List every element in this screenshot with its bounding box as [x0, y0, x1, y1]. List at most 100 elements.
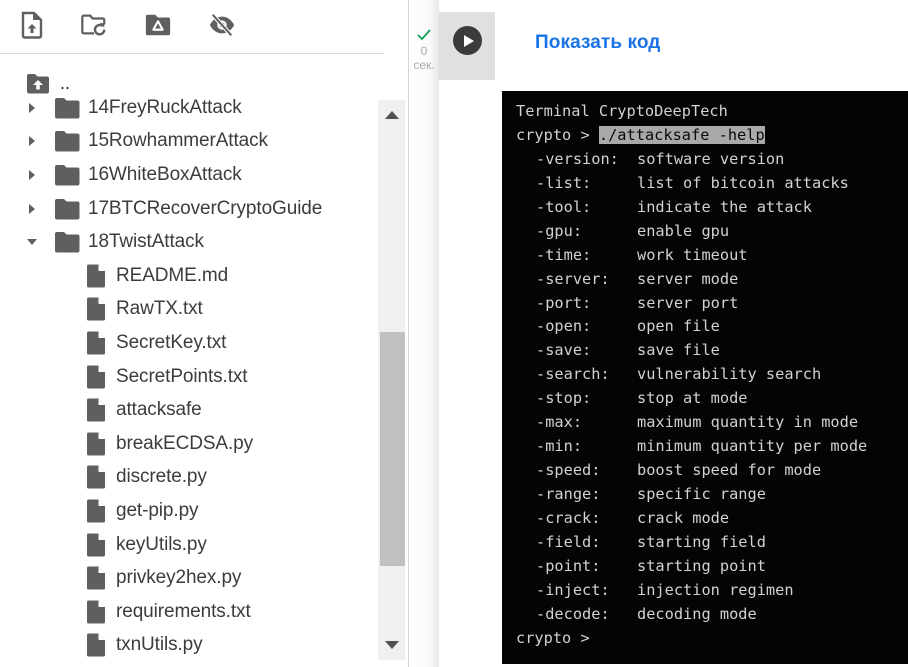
folder-icon — [55, 232, 80, 253]
expand-arrow-icon[interactable] — [26, 203, 38, 215]
option-description: boost speed for mode — [637, 461, 822, 480]
option-flag: -version: — [536, 149, 619, 168]
file-icon — [87, 264, 105, 288]
option-description: stop at mode — [637, 389, 748, 408]
option-description: starting point — [637, 556, 766, 575]
cell-execution-status: 0 сек. — [409, 28, 439, 72]
file-icon — [87, 633, 105, 657]
terminal-option-line: -min: minimum quantity per mode — [516, 435, 908, 459]
expand-arrow-icon[interactable] — [26, 135, 38, 147]
file-name: requirements.txt — [116, 600, 251, 622]
tree-folder-row[interactable]: 16WhiteBoxAttack — [0, 158, 378, 192]
terminal-option-line: -server: server mode — [516, 268, 908, 292]
folder-name: 16WhiteBoxAttack — [88, 163, 242, 185]
terminal-title: Terminal CryptoDeepTech — [516, 102, 728, 120]
tree-file-row[interactable]: requirements.txt — [0, 595, 378, 629]
terminal-output: Terminal CryptoDeepTech crypto > ./attac… — [502, 91, 908, 664]
option-flag: -server: — [536, 269, 610, 288]
toggle-hidden-files-button[interactable] — [207, 10, 237, 40]
file-icon — [87, 432, 105, 456]
option-flag: -port: — [536, 293, 592, 312]
terminal-option-line: -crack: crack mode — [516, 507, 908, 531]
option-description: specific range — [637, 485, 766, 503]
expand-arrow-icon[interactable] — [26, 169, 38, 181]
file-tree-scrollbar[interactable] — [378, 100, 405, 660]
tree-file-row[interactable]: breakECDSA.py — [0, 427, 378, 461]
tree-file-row[interactable]: README.md — [0, 259, 378, 293]
collapse-arrow-icon[interactable] — [26, 236, 38, 248]
option-flag: -search: — [536, 365, 610, 384]
eye-off-icon — [209, 13, 235, 37]
file-icon — [87, 499, 105, 523]
terminal-option-line: -speed: boost speed for mode — [516, 459, 908, 483]
run-cell-button[interactable] — [453, 26, 482, 55]
triangle-down-icon — [384, 641, 399, 649]
file-name: breakECDSA.py — [116, 432, 254, 454]
option-flag: -tool: — [536, 197, 592, 216]
tree-file-row[interactable]: RawTX.txt — [0, 293, 378, 327]
file-icon — [87, 600, 105, 624]
tree-file-row[interactable]: get-pip.py — [0, 494, 378, 528]
terminal-option-line: -point: starting point — [516, 555, 908, 579]
file-name: txnUtils.py — [116, 634, 203, 656]
tree-file-row[interactable]: SecretPoints.txt — [0, 360, 378, 394]
option-flag: -field: — [536, 532, 601, 551]
option-description: enable gpu — [637, 221, 730, 240]
file-icon — [87, 533, 105, 557]
option-flag: -stop: — [536, 389, 592, 408]
google-drive-folder-icon — [145, 14, 171, 36]
scrollbar-thumb[interactable] — [380, 332, 405, 566]
tree-file-row[interactable]: discrete.py — [0, 461, 378, 495]
tree-file-row[interactable]: keyUtils.py — [0, 528, 378, 562]
terminal-option-line: -inject: injection regimen — [516, 579, 908, 603]
check-icon — [409, 28, 439, 44]
file-icon — [87, 566, 105, 590]
tree-folder-row[interactable]: 15RowhammerAttack — [0, 125, 378, 159]
option-description: maximum quantity in mode — [637, 413, 859, 432]
tree-folder-row[interactable]: 17BTCRecoverCryptoGuide — [0, 192, 378, 226]
folder-name: 17BTCRecoverCryptoGuide — [88, 197, 323, 219]
folder-icon — [55, 97, 80, 119]
terminal-options-list: -version: software version -list: list of b… — [516, 148, 908, 627]
tree-file-row[interactable]: privkey2hex.py — [0, 561, 378, 595]
terminal-option-line: -field: starting field — [516, 531, 908, 555]
folder-refresh-icon — [81, 14, 106, 36]
option-flag: -list: — [536, 173, 592, 192]
terminal-option-line: -decode: decoding mode — [516, 603, 908, 627]
file-icon — [87, 398, 105, 422]
file-name: attacksafe — [116, 399, 202, 421]
tree-file-row[interactable]: attacksafe — [0, 393, 378, 427]
show-code-link[interactable]: Показать код — [535, 32, 660, 54]
option-flag: -min: — [536, 437, 583, 456]
cell-gutter — [409, 0, 439, 667]
option-description: decoding mode — [637, 604, 757, 623]
terminal-option-line: -tool: indicate the attack — [516, 196, 908, 220]
tree-file-row[interactable]: SecretKey.txt — [0, 326, 378, 360]
folder-icon — [55, 198, 80, 220]
option-flag: -gpu: — [536, 221, 583, 240]
file-icon — [87, 331, 105, 355]
tree-folder-row[interactable]: 14FreyRuckAttack — [0, 91, 378, 125]
file-name: README.md — [116, 264, 229, 286]
file-browser-panel: .. 14FreyRuckAttack 15RowhammerAttack 16… — [0, 0, 408, 667]
file-name: privkey2hex.py — [116, 567, 242, 589]
scroll-up-button[interactable] — [378, 100, 405, 130]
option-flag: -decode: — [536, 604, 610, 623]
file-icon — [87, 465, 105, 489]
tree-folder-row-expanded[interactable]: 18TwistAttack — [0, 225, 378, 259]
option-description: crack mode — [637, 508, 730, 527]
expand-arrow-icon[interactable] — [26, 102, 38, 114]
option-description: injection regimen — [637, 580, 794, 599]
scroll-down-button[interactable] — [378, 630, 405, 660]
option-flag: -range: — [536, 485, 601, 503]
terminal-option-line: -save: save file — [516, 339, 908, 363]
tree-file-row[interactable]: txnUtils.py — [0, 629, 378, 663]
file-name: RawTX.txt — [116, 298, 203, 320]
option-description: indicate the attack — [637, 197, 812, 216]
refresh-button[interactable] — [79, 10, 109, 40]
mount-drive-button[interactable] — [143, 10, 173, 40]
option-flag: -point: — [536, 556, 601, 575]
option-description: minimum quantity per mode — [637, 437, 868, 456]
upload-file-button[interactable] — [17, 10, 47, 40]
option-description: software version — [637, 149, 785, 168]
